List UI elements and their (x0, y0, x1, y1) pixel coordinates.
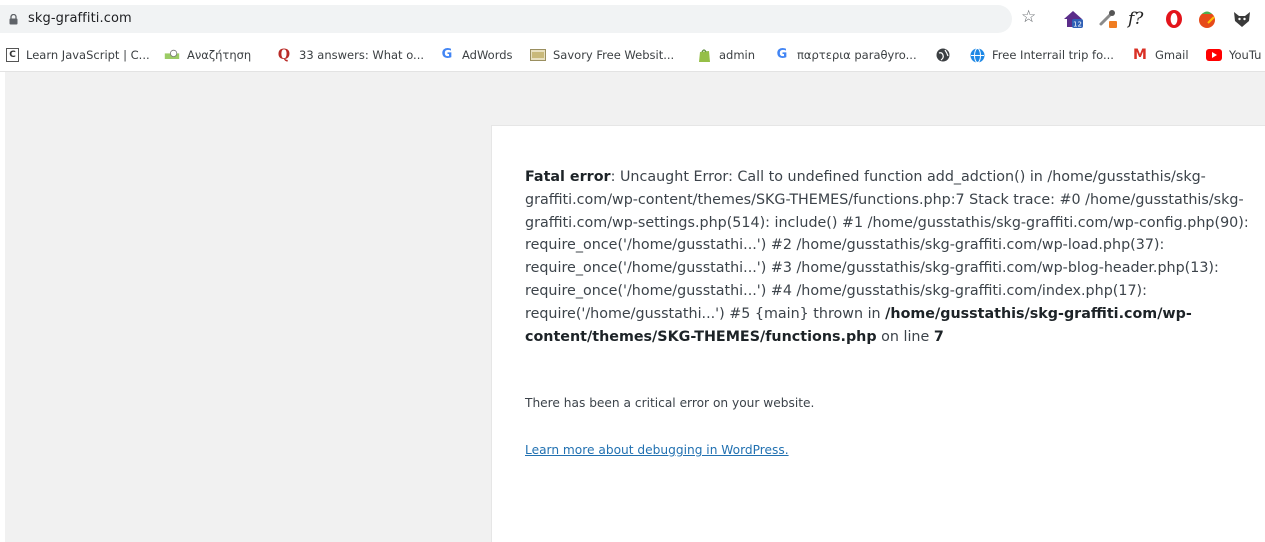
image-icon (530, 47, 546, 63)
youtube-icon (1206, 47, 1222, 63)
critical-error-text: There has been a critical error on your … (525, 396, 815, 410)
bookmark-item[interactable]: Savory Free Websit... (530, 46, 674, 64)
fatal-error-message: Fatal error: Uncaught Error: Call to und… (525, 166, 1260, 348)
bookmark-item[interactable]: C Learn JavaScript | C... (6, 46, 150, 64)
omnibox[interactable]: skg-graffiti.com (0, 5, 1012, 33)
bookmark-item[interactable]: Free Interrail trip fo... (969, 46, 1114, 64)
fox-extension-icon[interactable] (1231, 8, 1253, 30)
search-engine-icon (164, 47, 180, 63)
bookmarks-bar: C Learn JavaScript | C... Αναζήτηση Q 33… (0, 38, 1265, 72)
learn-more-link[interactable]: Learn more about debugging in WordPress. (525, 443, 789, 457)
extension-badge: 12 (1073, 21, 1082, 29)
bookmark-item[interactable]: G AdWords (439, 46, 513, 64)
bookmark-item[interactable]: Q 33 answers: What o... (276, 46, 424, 64)
bookmark-label: 33 answers: What o... (299, 48, 425, 62)
error-label: Fatal error (525, 169, 611, 185)
bookmark-label: παρτερια paraθyro... (797, 48, 917, 62)
error-on-line: on line (876, 328, 934, 345)
error-line-number: 7 (933, 328, 944, 345)
opera-extension-icon[interactable] (1163, 8, 1185, 30)
house-extension-icon[interactable]: 12 (1062, 8, 1084, 30)
gmail-icon: M (1133, 47, 1147, 63)
bookmark-label: Free Interrail trip fo... (992, 48, 1114, 62)
url-text[interactable]: skg-graffiti.com (28, 11, 132, 26)
bookmark-label: admin (719, 48, 756, 62)
eyedropper-extension-icon[interactable] (1097, 8, 1119, 30)
bookmark-label: Learn JavaScript | C... (26, 48, 150, 62)
bookmark-item[interactable]: M Gmail (1132, 46, 1189, 64)
quora-icon: Q (277, 47, 291, 63)
google-icon: G (776, 47, 788, 62)
bookmark-item[interactable]: G παρτερια paraθyro... (774, 46, 917, 64)
tomato-extension-icon[interactable] (1196, 8, 1218, 30)
f-extension-icon[interactable]: f? (1128, 8, 1150, 30)
left-edge (0, 72, 5, 542)
bookmark-label: AdWords (462, 48, 513, 62)
globe-icon (935, 47, 951, 63)
bookmark-item[interactable]: admin (696, 46, 755, 64)
bookmark-item[interactable]: YouTu (1206, 46, 1261, 64)
bookmark-star-icon[interactable]: ☆ (1021, 9, 1036, 26)
globe-blue-icon (969, 47, 985, 63)
bookmark-label: Gmail (1155, 48, 1189, 62)
bookmark-item[interactable] (935, 46, 958, 64)
shopify-icon (696, 47, 712, 63)
bookmark-label: Savory Free Websit... (553, 48, 675, 62)
address-bar: skg-graffiti.com ☆ 12 f? (0, 0, 1265, 38)
error-text: : Uncaught Error: Call to undefined func… (525, 169, 1249, 322)
bookmark-label: YouTu (1229, 48, 1262, 62)
bookmark-item[interactable]: Αναζήτηση (164, 46, 251, 64)
google-icon: G (441, 47, 453, 62)
c-doc-icon: C (6, 48, 19, 62)
lock-icon[interactable] (9, 14, 18, 25)
bookmark-label: Αναζήτηση (187, 48, 252, 62)
